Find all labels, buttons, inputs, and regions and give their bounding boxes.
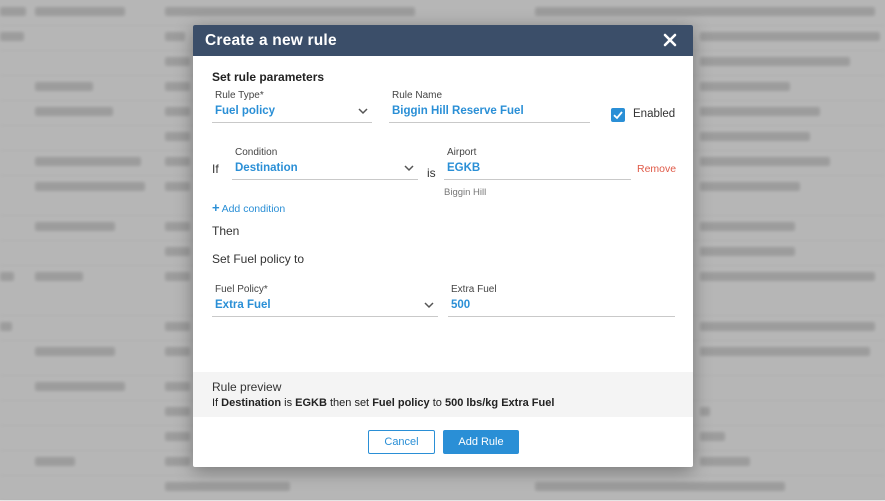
is-label: is — [427, 166, 436, 180]
condition-select[interactable]: Condition Destination — [232, 147, 418, 180]
rule-type-select[interactable]: Rule Type* Fuel policy — [212, 90, 372, 123]
preview-rule-type: Fuel policy — [372, 397, 430, 409]
fuel-policy-label: Fuel Policy* — [215, 284, 268, 295]
airport-name-hint: Biggin Hill — [444, 187, 487, 198]
rule-name-label: Rule Name — [392, 90, 443, 101]
extra-fuel-value: 500 — [451, 299, 471, 311]
dialog-header: Create a new rule — [193, 25, 693, 56]
preview-airport: EGKB — [295, 397, 327, 409]
preview-text-part: then set — [326, 397, 373, 409]
airport-field[interactable]: Airport EGKB — [444, 147, 631, 180]
enabled-checkbox[interactable] — [611, 108, 625, 122]
add-condition-link[interactable]: + Add condition — [212, 200, 285, 215]
preview-amount: 500 lbs/kg Extra Fuel — [444, 397, 555, 409]
set-fuel-policy-label: Set Fuel policy to — [212, 252, 305, 266]
rule-name-value: Biggin Hill Reserve Fuel — [392, 105, 524, 117]
dialog-title: Create a new rule — [205, 32, 337, 49]
rule-type-value: Fuel policy — [215, 105, 276, 117]
chevron-down-icon — [358, 102, 368, 120]
rule-preview-title: Rule preview — [212, 380, 282, 394]
close-icon[interactable] — [663, 30, 679, 50]
condition-value: Destination — [235, 162, 298, 174]
rule-type-label: Rule Type* — [215, 90, 264, 101]
condition-label: Condition — [235, 147, 278, 158]
if-label: If — [212, 162, 219, 176]
then-label: Then — [212, 224, 240, 238]
cancel-button[interactable]: Cancel — [368, 430, 435, 454]
remove-condition-link[interactable]: Remove — [637, 163, 676, 175]
preview-text-part: to — [429, 397, 445, 409]
preview-condition: Destination — [221, 397, 282, 409]
fuel-policy-value: Extra Fuel — [215, 299, 271, 311]
chevron-down-icon — [404, 159, 414, 177]
plus-icon: + — [212, 200, 220, 215]
extra-fuel-field[interactable]: Extra Fuel 500 — [448, 284, 675, 317]
add-rule-button[interactable]: Add Rule — [443, 430, 519, 454]
enabled-label: Enabled — [633, 108, 676, 120]
chevron-down-icon — [424, 296, 434, 314]
rule-preview: Rule preview If Destination is EGKB then… — [193, 372, 693, 417]
add-condition-label: Add condition — [221, 203, 286, 215]
airport-value: EGKB — [447, 162, 481, 174]
preview-text-part: is — [281, 397, 296, 409]
preview-text-part: If — [212, 397, 222, 409]
rule-preview-text: If Destination is EGKB then set Fuel pol… — [212, 397, 554, 409]
rule-name-field[interactable]: Rule Name Biggin Hill Reserve Fuel — [389, 90, 590, 123]
extra-fuel-label: Extra Fuel — [451, 284, 497, 295]
create-rule-dialog: Create a new rule Set rule parameters Ru… — [193, 25, 693, 467]
section-title: Set rule parameters — [212, 70, 325, 84]
airport-label: Airport — [447, 147, 477, 158]
fuel-policy-select[interactable]: Fuel Policy* Extra Fuel — [212, 284, 438, 317]
